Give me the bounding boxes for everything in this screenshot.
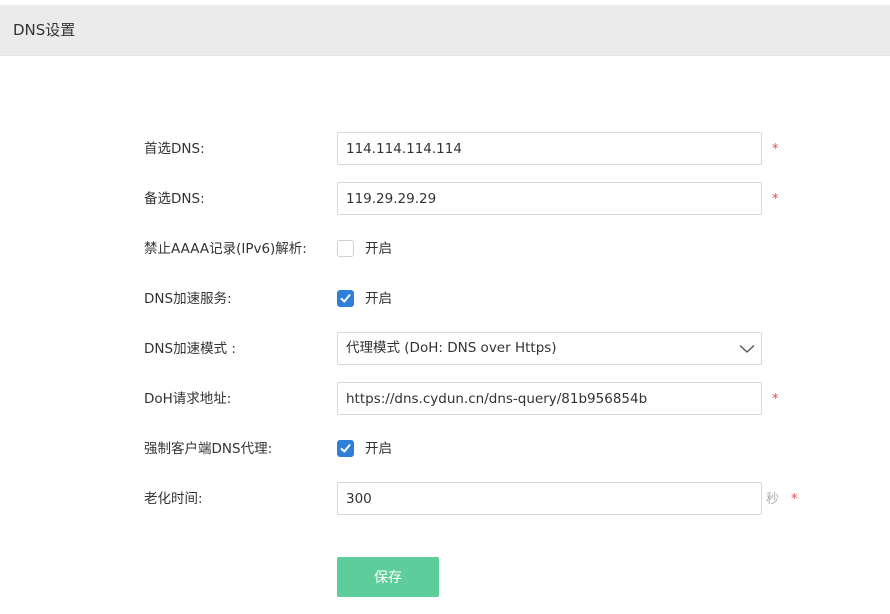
required-marker: * xyxy=(772,392,779,407)
primary-dns-input[interactable] xyxy=(337,132,762,165)
doh-url-input[interactable] xyxy=(337,382,762,415)
checkmark-icon xyxy=(340,294,351,303)
aging-time-label: 老化时间: xyxy=(144,491,203,507)
force-client-proxy-row: 强制客户端DNS代理: 开启 xyxy=(0,432,890,466)
aging-time-input[interactable] xyxy=(337,482,762,515)
dns-acceleration-label: DNS加速服务: xyxy=(144,291,232,307)
aging-time-row: 老化时间: 秒 * xyxy=(0,482,890,516)
force-client-proxy-option-label[interactable]: 开启 xyxy=(365,432,392,466)
save-button[interactable]: 保存 xyxy=(337,557,439,597)
acceleration-mode-row: DNS加速模式 : 代理模式 (DoH: DNS over Https) xyxy=(0,332,890,366)
secondary-dns-label: 备选DNS: xyxy=(144,191,205,207)
aging-time-unit: 秒 xyxy=(766,492,780,507)
acceleration-mode-label: DNS加速模式 : xyxy=(144,341,236,357)
required-marker: * xyxy=(791,492,798,507)
dns-acceleration-row: DNS加速服务: 开启 xyxy=(0,282,890,316)
primary-dns-row: 首选DNS: * xyxy=(0,132,890,166)
acceleration-mode-value: 代理模式 (DoH: DNS over Https) xyxy=(346,340,557,356)
required-marker: * xyxy=(772,192,779,207)
disable-aaaa-checkbox[interactable] xyxy=(337,240,354,257)
secondary-dns-row: 备选DNS: * xyxy=(0,182,890,216)
acceleration-mode-select[interactable]: 代理模式 (DoH: DNS over Https) xyxy=(337,332,762,365)
disable-aaaa-row: 禁止AAAA记录(IPv6)解析: 开启 xyxy=(0,232,890,266)
page-title: DNS设置 xyxy=(13,21,76,39)
dns-acceleration-option-label[interactable]: 开启 xyxy=(365,282,392,316)
secondary-dns-input[interactable] xyxy=(337,182,762,215)
doh-url-label: DoH请求地址: xyxy=(144,391,232,407)
disable-aaaa-option-label[interactable]: 开启 xyxy=(365,232,392,266)
force-client-proxy-checkbox[interactable] xyxy=(337,440,354,457)
required-marker: * xyxy=(772,142,779,157)
chevron-down-icon xyxy=(739,345,755,353)
checkmark-icon xyxy=(340,444,351,453)
page-header: DNS设置 xyxy=(0,5,890,56)
disable-aaaa-label: 禁止AAAA记录(IPv6)解析: xyxy=(144,241,307,257)
primary-dns-label: 首选DNS: xyxy=(144,141,205,157)
force-client-proxy-label: 强制客户端DNS代理: xyxy=(144,441,273,457)
doh-url-row: DoH请求地址: * xyxy=(0,382,890,416)
dns-acceleration-checkbox[interactable] xyxy=(337,290,354,307)
